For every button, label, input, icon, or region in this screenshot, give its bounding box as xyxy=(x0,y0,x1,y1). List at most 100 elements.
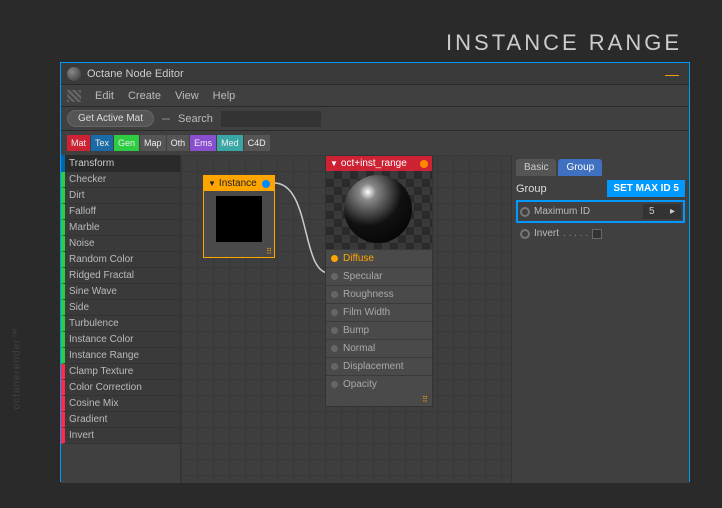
instance-node-header[interactable]: ▼ Instance xyxy=(204,176,274,191)
grip-icon xyxy=(67,90,81,102)
menu-bar: Edit Create View Help xyxy=(61,85,689,107)
slot-label: Opacity xyxy=(343,379,377,390)
invert-label: Invert xyxy=(534,228,559,239)
list-item[interactable]: Falloff xyxy=(61,204,180,220)
radio-icon[interactable] xyxy=(520,207,530,217)
input-port[interactable] xyxy=(331,273,338,280)
menu-edit[interactable]: Edit xyxy=(95,90,114,102)
list-item[interactable]: Noise xyxy=(61,236,180,252)
slot-label: Diffuse xyxy=(343,253,374,264)
resize-handle-icon[interactable]: ⠿ xyxy=(326,393,432,406)
input-port[interactable] xyxy=(331,327,338,334)
list-item[interactable]: Gradient xyxy=(61,412,180,428)
list-item[interactable]: Clamp Texture xyxy=(61,364,180,380)
radio-icon[interactable] xyxy=(520,229,530,239)
list-item[interactable]: Turbulence xyxy=(61,316,180,332)
maximum-id-label: Maximum ID xyxy=(534,206,590,217)
get-active-mat-button[interactable]: Get Active Mat xyxy=(67,110,154,127)
category-row: MatTexGenMapOthEmsMedC4D xyxy=(61,131,689,155)
panel-tabs: Basic Group xyxy=(516,159,685,176)
tab-basic[interactable]: Basic xyxy=(516,159,556,176)
watermark: octanerender™ xyxy=(2,288,32,448)
list-item[interactable]: Marble xyxy=(61,220,180,236)
input-port[interactable] xyxy=(331,381,338,388)
list-item[interactable]: Ridged Fractal xyxy=(61,268,180,284)
slot-label: Film Width xyxy=(343,307,390,318)
list-item[interactable]: Sine Wave xyxy=(61,284,180,300)
category-ems[interactable]: Ems xyxy=(190,135,216,151)
input-port[interactable] xyxy=(331,291,338,298)
search-label: Search xyxy=(178,113,213,125)
callout-annotation: SET MAX ID 5 xyxy=(607,180,685,197)
menu-create[interactable]: Create xyxy=(128,90,161,102)
output-port[interactable] xyxy=(420,160,428,168)
slot-bump[interactable]: Bump xyxy=(326,321,432,339)
list-item[interactable]: Dirt xyxy=(61,188,180,204)
invert-row[interactable]: Invert . . . . . xyxy=(516,226,685,241)
list-item[interactable]: Instance Range xyxy=(61,348,180,364)
slot-label: Displacement xyxy=(343,361,404,372)
window-title: Octane Node Editor xyxy=(87,68,665,80)
stepper-icon[interactable]: ▸ xyxy=(670,206,675,217)
node-list-panel[interactable]: Transform CheckerDirtFalloffMarbleNoiseR… xyxy=(61,155,181,483)
list-header-transform[interactable]: Transform xyxy=(61,155,180,172)
window-titlebar[interactable]: Octane Node Editor — xyxy=(61,63,689,85)
minimize-icon[interactable]: — xyxy=(665,66,679,82)
list-item[interactable]: Side xyxy=(61,300,180,316)
input-port[interactable] xyxy=(331,345,338,352)
properties-panel: Basic Group Group SET MAX ID 5 Maximum I… xyxy=(511,155,689,483)
output-port[interactable] xyxy=(262,180,270,188)
separator xyxy=(162,118,170,120)
slot-label: Roughness xyxy=(343,289,394,300)
slot-roughness[interactable]: Roughness xyxy=(326,285,432,303)
dots: . . . . . xyxy=(563,228,588,239)
triangle-down-icon: ▼ xyxy=(208,179,216,188)
slot-normal[interactable]: Normal xyxy=(326,339,432,357)
list-item[interactable]: Checker xyxy=(61,172,180,188)
slot-specular[interactable]: Specular xyxy=(326,267,432,285)
category-c4d[interactable]: C4D xyxy=(244,135,270,151)
category-oth[interactable]: Oth xyxy=(167,135,190,151)
slot-label: Specular xyxy=(343,271,382,282)
slot-diffuse[interactable]: Diffuse xyxy=(326,249,432,267)
preview-sphere xyxy=(344,175,412,243)
slot-label: Normal xyxy=(343,343,375,354)
menu-help[interactable]: Help xyxy=(213,90,236,102)
slot-opacity[interactable]: Opacity xyxy=(326,375,432,393)
page-heading: INSTANCE RANGE xyxy=(446,30,682,56)
category-mat[interactable]: Mat xyxy=(67,135,90,151)
triangle-down-icon: ▼ xyxy=(330,159,338,168)
list-item[interactable]: Color Correction xyxy=(61,380,180,396)
category-gen[interactable]: Gen xyxy=(114,135,139,151)
menu-view[interactable]: View xyxy=(175,90,199,102)
category-med[interactable]: Med xyxy=(217,135,243,151)
node-graph[interactable]: ▼ Instance ⠿ ▼ oct+inst_range Diffuse Spe… xyxy=(181,155,511,483)
input-port[interactable] xyxy=(331,309,338,316)
resize-handle-icon[interactable]: ⠿ xyxy=(204,247,274,257)
slot-displacement[interactable]: Displacement xyxy=(326,357,432,375)
instance-node[interactable]: ▼ Instance ⠿ xyxy=(203,175,275,258)
maximum-id-field[interactable]: 5▸ xyxy=(643,204,681,219)
instance-preview xyxy=(204,191,274,247)
search-input[interactable] xyxy=(221,111,321,127)
instance-node-title: Instance xyxy=(219,178,257,189)
invert-checkbox[interactable] xyxy=(592,229,602,239)
list-item[interactable]: Instance Color xyxy=(61,332,180,348)
material-node[interactable]: ▼ oct+inst_range Diffuse Specular Roughnes… xyxy=(325,155,433,407)
slot-label: Bump xyxy=(343,325,369,336)
group-label: Group xyxy=(516,183,547,195)
input-port[interactable] xyxy=(331,255,338,262)
tab-group[interactable]: Group xyxy=(558,159,602,176)
slot-film-width[interactable]: Film Width xyxy=(326,303,432,321)
list-item[interactable]: Cosine Mix xyxy=(61,396,180,412)
node-editor-window: Octane Node Editor — Edit Create View He… xyxy=(60,62,690,482)
material-node-header[interactable]: ▼ oct+inst_range xyxy=(326,156,432,171)
list-item[interactable]: Invert xyxy=(61,428,180,444)
material-node-title: oct+inst_range xyxy=(341,158,407,169)
maximum-id-row[interactable]: Maximum ID 5▸ xyxy=(516,200,685,223)
list-item[interactable]: Random Color xyxy=(61,252,180,268)
category-map[interactable]: Map xyxy=(140,135,166,151)
input-port[interactable] xyxy=(331,363,338,370)
category-tex[interactable]: Tex xyxy=(91,135,113,151)
app-icon xyxy=(67,67,81,81)
